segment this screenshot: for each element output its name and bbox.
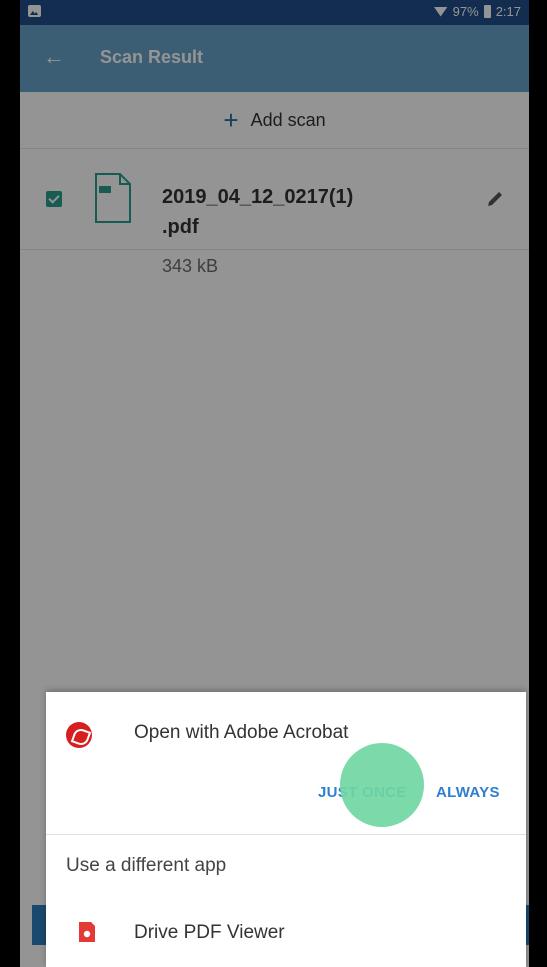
adobe-acrobat-icon — [66, 722, 92, 748]
screen: 97% 2:17 ← Scan Result + Add scan 2019_0… — [20, 0, 529, 967]
divider — [46, 834, 526, 835]
open-with-title: Open with Adobe Acrobat — [134, 722, 349, 743]
device-bezel-right — [529, 0, 547, 967]
always-button[interactable]: ALWAYS — [436, 784, 500, 801]
drive-pdf-viewer-option[interactable]: Drive PDF Viewer — [134, 922, 285, 944]
open-with-sheet: Open with Adobe Acrobat JUST ONCE ALWAYS… — [46, 692, 526, 967]
device-bezel-left — [0, 0, 20, 967]
sheet-actions: JUST ONCE ALWAYS — [46, 780, 526, 830]
touch-indicator — [340, 743, 424, 827]
drive-pdf-viewer-icon — [79, 922, 95, 942]
use-different-app-label: Use a different app — [66, 855, 227, 876]
